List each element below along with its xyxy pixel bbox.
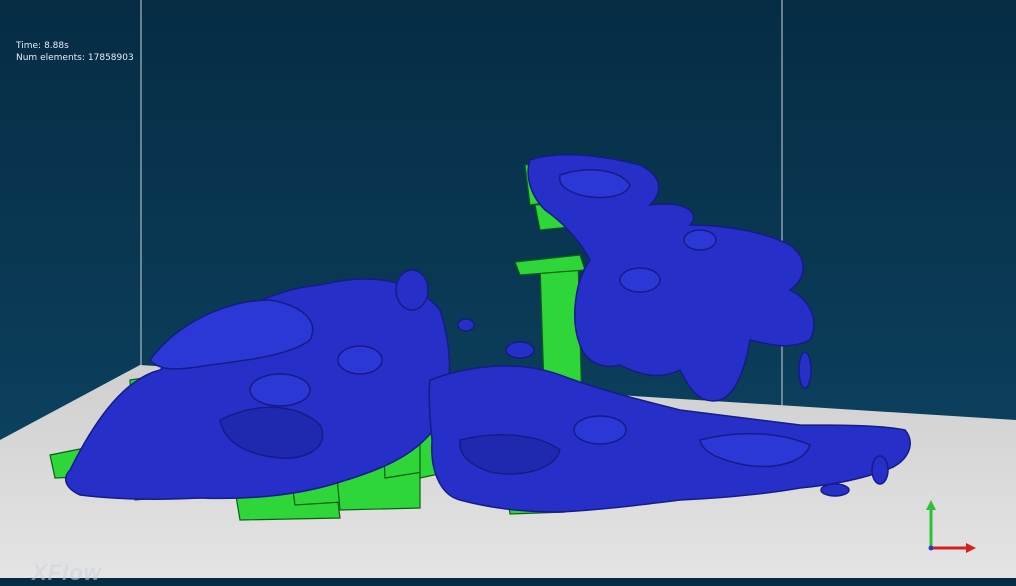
axis-origin [928,545,934,551]
vortex-isosurfaces [64,153,911,513]
simulation-viewport[interactable]: y x [0,0,1016,578]
xflow-logo: XFlow [32,560,102,585]
time-label: Time: [16,41,42,51]
elements-label: Num elements: [16,53,85,63]
simulation-info-overlay: Time: 8.88s Num elements: 17858903 [16,40,134,64]
time-readout: Time: 8.88s [16,40,134,52]
axis-x-label: x [972,537,977,546]
elements-value: 17858903 [87,53,134,63]
axis-y-label: y [928,489,933,498]
elements-readout: Num elements: 17858903 [16,52,134,64]
time-value: 8.88s [44,41,69,51]
